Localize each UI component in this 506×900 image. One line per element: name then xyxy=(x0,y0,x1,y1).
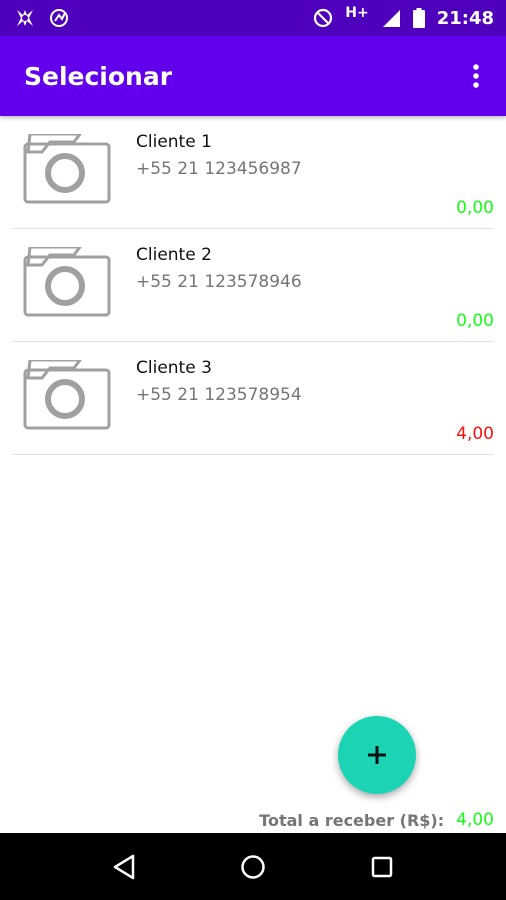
client-list: Cliente 1 +55 21 123456987 0,00 Cliente … xyxy=(0,116,506,455)
total-value: 4,00 xyxy=(456,810,494,830)
total-label: Total a receber (R$): xyxy=(259,810,445,830)
client-balance: 4,00 xyxy=(456,424,494,444)
client-name: Cliente 3 xyxy=(136,358,212,378)
navigation-bar xyxy=(0,833,506,900)
signal-icon xyxy=(382,10,400,27)
list-item[interactable]: Cliente 2 +55 21 123578946 0,00 xyxy=(12,229,494,342)
list-item[interactable]: Cliente 3 +55 21 123578954 4,00 xyxy=(12,342,494,455)
battery-icon xyxy=(412,8,425,28)
list-item[interactable]: Cliente 1 +55 21 123456987 0,00 xyxy=(12,116,494,229)
client-phone: +55 21 123578946 xyxy=(136,272,302,292)
app-notification-icon xyxy=(17,10,33,26)
recents-button[interactable] xyxy=(352,842,412,892)
home-icon xyxy=(241,854,265,879)
client-name: Cliente 2 xyxy=(136,245,212,265)
camera-placeholder-icon xyxy=(23,247,111,317)
status-time: 21:48 xyxy=(436,7,494,29)
overflow-menu-button[interactable] xyxy=(464,56,488,96)
app-bar: Selecionar xyxy=(0,36,506,116)
do-not-disturb-icon xyxy=(314,8,333,28)
recents-icon xyxy=(371,856,392,877)
status-left xyxy=(14,7,70,29)
client-name: Cliente 1 xyxy=(136,132,212,152)
client-balance: 0,00 xyxy=(456,198,494,218)
back-icon xyxy=(114,854,135,879)
client-phone: +55 21 123578954 xyxy=(136,385,302,405)
status-right: H+ 21:48 xyxy=(313,5,494,29)
back-button[interactable] xyxy=(94,842,154,892)
total-row: Total a receber (R$): 4,00 xyxy=(259,810,494,830)
client-phone: +55 21 123456987 xyxy=(136,159,302,179)
camera-placeholder-icon xyxy=(23,360,111,430)
status-bar: H+ 21:48 xyxy=(0,0,506,36)
add-icon xyxy=(368,746,386,764)
page-title: Selecionar xyxy=(24,61,173,91)
camera-placeholder-icon xyxy=(23,134,111,204)
sync-icon xyxy=(50,9,68,27)
client-balance: 0,00 xyxy=(456,311,494,331)
home-button[interactable] xyxy=(223,842,283,892)
overflow-menu-icon xyxy=(473,64,479,88)
network-type-label: H+ xyxy=(345,5,369,21)
add-client-button[interactable] xyxy=(338,716,416,794)
